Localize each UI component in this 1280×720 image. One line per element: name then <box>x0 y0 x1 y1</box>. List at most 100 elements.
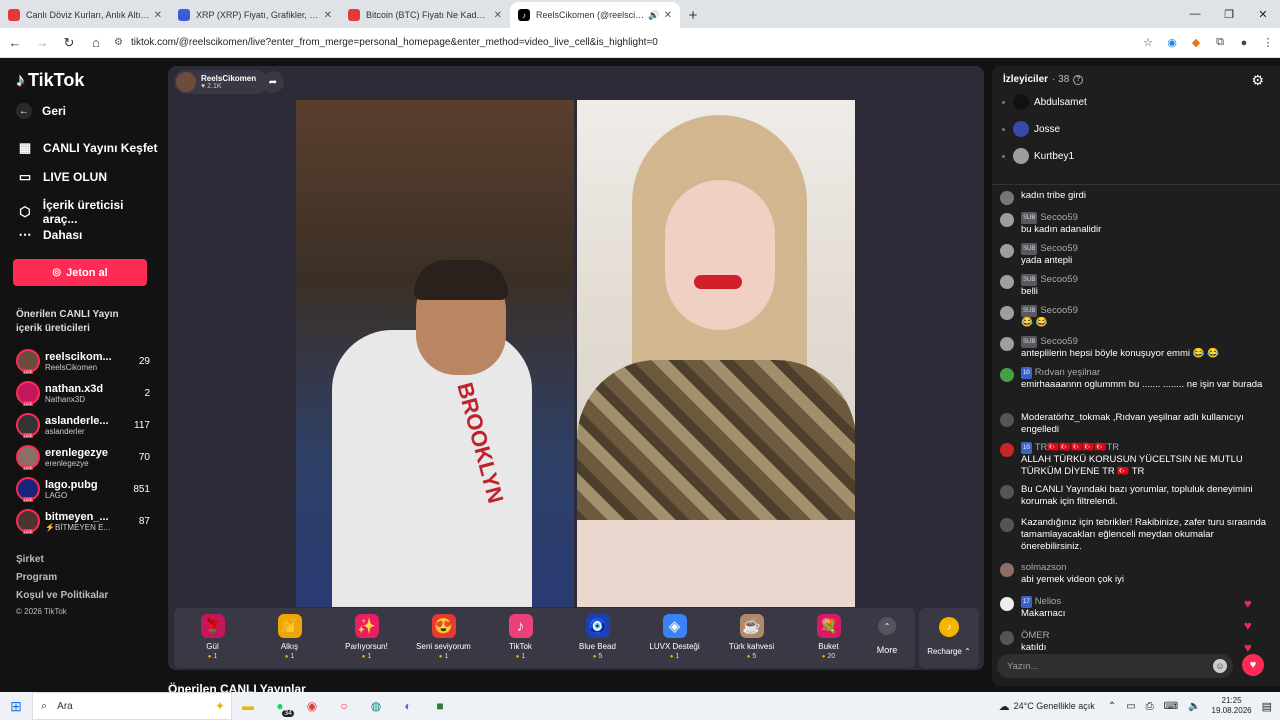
sidebar-menu-item[interactable]: ⬡ İçerik üreticisi araç... <box>16 198 160 226</box>
host-avatar[interactable] <box>176 72 196 92</box>
footer-link[interactable]: Şirket <box>16 554 44 565</box>
bookmark-star-icon[interactable]: ☆ <box>1136 31 1160 55</box>
chrome-icon[interactable]: ◉ <box>296 692 328 720</box>
gift-item[interactable]: ♪ TikTok 1 <box>482 608 559 668</box>
footer-link[interactable]: Program <box>16 572 57 583</box>
messaging-app-icon[interactable]: ■ <box>424 692 456 720</box>
restore-button[interactable]: ❐ <box>1212 0 1246 28</box>
chat-text: bu kadın adanalidir <box>1021 224 1102 235</box>
sidebar-menu-item[interactable]: ▭ LIVE OLUN <box>16 169 107 185</box>
chat-username[interactable]: solmazson <box>1021 562 1066 573</box>
browser-tab[interactable]: Canlı Döviz Kurları, Anlık Altın F ✕ <box>0 2 170 28</box>
speaker-icon[interactable]: 🔊 <box>648 10 659 21</box>
tiktok-logo[interactable]: ♪ TikTok <box>16 70 84 91</box>
chevron-up-icon[interactable]: ⌃ <box>1108 701 1116 712</box>
host-info[interactable]: ReelsCikomen ♥ 2.1K <box>174 70 269 94</box>
chat-username[interactable]: ÖMER <box>1021 630 1050 641</box>
chat-username[interactable]: Secoo59 <box>1040 212 1078 223</box>
back-button[interactable]: ← <box>3 31 27 55</box>
suggested-creators-title: Önerilen CANLI Yayın içerik üreticileri <box>16 309 119 334</box>
tab-close-icon[interactable]: ✕ <box>324 10 332 21</box>
url-field[interactable]: ⚙ tiktok.com/@reelscikomen/live?enter_fr… <box>114 32 1126 54</box>
viewer-name: Abdulsamet <box>1034 96 1087 108</box>
suggested-creator[interactable]: LIVE erenlegezye erenlegezye 70 <box>16 443 150 471</box>
chat-input[interactable]: Yazın... ☺ <box>997 654 1233 678</box>
back-link[interactable]: ← Geri <box>16 103 66 119</box>
chat-username[interactable]: Secoo59 <box>1040 305 1078 316</box>
settings-gear-icon[interactable]: ⚙ <box>1251 72 1264 89</box>
gift-item[interactable]: 🌹 Gül 1 <box>174 608 251 668</box>
video-frame[interactable]: BROOKLYN <box>296 100 855 607</box>
close-window-button[interactable]: ✕ <box>1246 0 1280 28</box>
metamask-icon[interactable]: ◆ <box>1184 31 1208 55</box>
more-gifts-button[interactable]: ⌃ More <box>867 608 907 668</box>
minimize-button[interactable]: — <box>1178 0 1212 28</box>
chat-username[interactable]: TR🇹🇷🇹🇷🇹🇷🇹🇷🇹🇷TR <box>1035 442 1119 453</box>
info-icon[interactable]: ? <box>1073 74 1084 85</box>
chat-username[interactable]: Nelios <box>1035 596 1061 607</box>
tray-app-icon[interactable]: ▭ <box>1126 701 1135 712</box>
extensions-puzzle-icon[interactable]: ⧉ <box>1208 31 1232 55</box>
suggested-creator[interactable]: LIVE nathan.x3d Nathanx3D 2 <box>16 379 150 407</box>
top-viewer[interactable]: Kurtbey1 <box>1002 148 1074 164</box>
sidebar-menu-item[interactable]: ⋯ Dahası <box>16 227 83 243</box>
gift-item[interactable]: 😍 Seni seviyorum 1 <box>405 608 482 668</box>
tab-close-icon[interactable]: ✕ <box>494 10 502 21</box>
recharge-button[interactable]: ♪ Recharge ⌃ <box>919 608 979 668</box>
home-button[interactable]: ⌂ <box>84 31 108 55</box>
viewers-header[interactable]: İzleyiciler · 38 ? <box>1003 74 1084 85</box>
tab-close-icon[interactable]: ✕ <box>154 10 162 21</box>
footer-link[interactable]: Koşul ve Politikalar <box>16 590 108 601</box>
notifications-icon[interactable]: ▤ <box>1262 700 1272 713</box>
like-heart-button[interactable]: ♥ <box>1242 654 1264 676</box>
profile-avatar-icon[interactable]: ● <box>1232 31 1256 55</box>
buy-coins-button[interactable]: ◎ Jeton al <box>13 259 147 286</box>
printer-icon[interactable]: ⎙ <box>1146 701 1154 712</box>
file-explorer-icon[interactable]: ▬ <box>232 692 264 720</box>
chat-username[interactable]: Rıdvan yeşilnar <box>1035 367 1100 378</box>
chat-username[interactable]: Secoo59 <box>1040 243 1078 254</box>
chat-username[interactable]: Secoo59 <box>1040 274 1078 285</box>
site-info-icon[interactable]: ⚙ <box>114 37 123 48</box>
browser-tab[interactable]: XRP (XRP) Fiyatı, Grafikler, Piyas ✕ <box>170 2 340 28</box>
chat-text: anteplilerin hepsi böyle konuşuyor emmi … <box>1021 348 1219 359</box>
gift-item[interactable]: ◈ LUVX Desteği 1 <box>636 608 713 668</box>
suggested-creator[interactable]: LIVE aslanderle... aslanderler 117 <box>16 411 150 439</box>
gift-item[interactable]: ✨ Parlıyorsun! 1 <box>328 608 405 668</box>
browser-tab[interactable]: Bitcoin (BTC) Fiyatı Ne Kadar? C ✕ <box>340 2 510 28</box>
taskbar-search[interactable]: ⌕ Ara ✦ <box>32 692 232 720</box>
chat-username[interactable]: Secoo59 <box>1040 336 1078 347</box>
share-icon[interactable]: ➦ <box>262 71 284 93</box>
gift-item[interactable]: 🧿 Blue Bead 5 <box>559 608 636 668</box>
app-icon[interactable]: ◍ <box>360 692 392 720</box>
windows-start-icon[interactable]: ⊞ <box>0 692 32 720</box>
creator-handle: aslanderler <box>45 426 85 436</box>
volume-icon[interactable]: 🔈 <box>1188 701 1200 712</box>
reload-button[interactable]: ↻ <box>57 31 81 55</box>
weather-widget[interactable]: ☁ 24°C Genellikle açık <box>999 700 1095 713</box>
top-viewer[interactable]: Josse <box>1002 121 1060 137</box>
suggested-creator[interactable]: LIVE reelscikom... ReelsCikomen 29 <box>16 347 150 375</box>
new-tab-button[interactable]: + <box>680 2 706 28</box>
whatsapp-icon[interactable]: ● 34 <box>264 692 296 720</box>
browser-tab[interactable]: ♪ ReelsCikomen (@reelscikom 🔊 ✕ <box>510 2 680 28</box>
gift-item[interactable]: 💐 Buket 20 <box>790 608 867 668</box>
sidebar-menu-item[interactable]: ▦ CANLI Yayını Keşfet <box>16 140 158 156</box>
gift-item[interactable]: 👏 Alkış 1 <box>251 608 328 668</box>
gift-item[interactable]: ☕ Türk kahvesi 5 <box>713 608 790 668</box>
browser-menu-icon[interactable]: ⋮ <box>1256 31 1280 55</box>
hair <box>414 260 508 300</box>
emoji-icon[interactable]: ☺ <box>1213 659 1227 673</box>
top-viewer[interactable]: Abdulsamet <box>1002 94 1087 110</box>
host-name[interactable]: ReelsCikomen <box>201 74 256 83</box>
tab-close-icon[interactable]: ✕ <box>664 10 672 21</box>
discord-icon[interactable]: ◐ <box>392 692 424 720</box>
extension-icon[interactable]: ◉ <box>1160 31 1184 55</box>
suggested-creator[interactable]: LIVE lago.pubg LAGO 851 <box>16 475 150 503</box>
forward-button[interactable]: → <box>30 31 54 55</box>
creator-handle: ⚡BİTMEYEN E... <box>45 522 111 532</box>
network-icon[interactable]: ⌨ <box>1164 701 1178 712</box>
suggested-creator[interactable]: LIVE bitmeyen_... ⚡BİTMEYEN E... 87 <box>16 507 150 535</box>
opera-icon[interactable]: ○ <box>328 692 360 720</box>
clock[interactable]: 21:25 19.08.2026 <box>1212 696 1252 716</box>
